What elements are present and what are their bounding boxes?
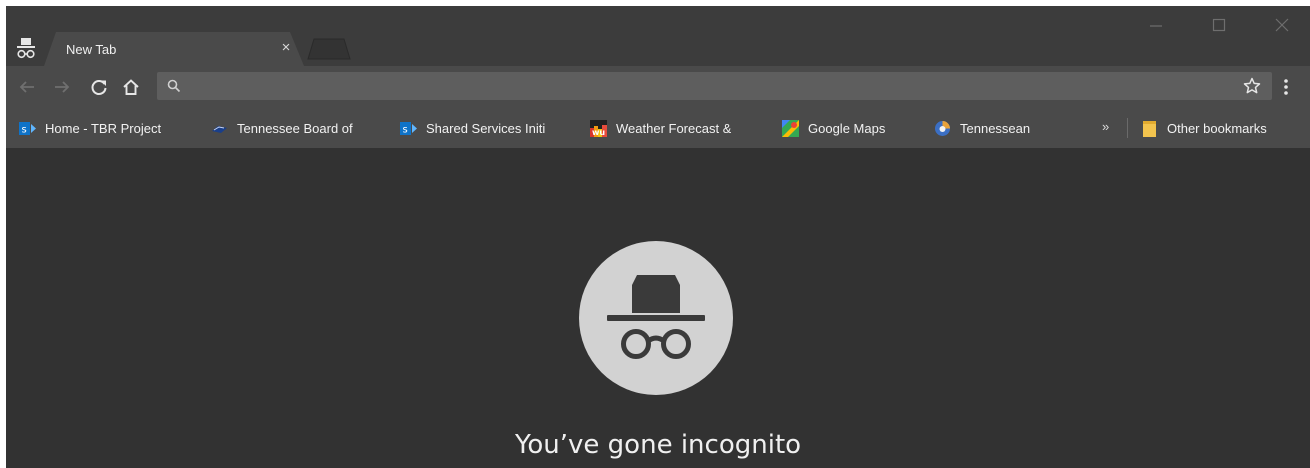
close-icon[interactable]	[1264, 12, 1300, 38]
address-bar[interactable]	[157, 72, 1272, 100]
tab-title: New Tab	[66, 42, 117, 57]
forward-arrow-icon[interactable]	[51, 76, 73, 98]
svg-text:wu: wu	[592, 128, 605, 137]
svg-text:s: s	[403, 124, 408, 135]
incognito-icon	[16, 36, 36, 60]
bookmark-home-tbr-project[interactable]: s Home - TBR Project	[19, 118, 201, 138]
folder-icon	[1141, 120, 1158, 137]
search-icon	[166, 78, 182, 94]
minimize-icon[interactable]	[1138, 12, 1174, 38]
home-icon[interactable]	[120, 76, 142, 98]
incognito-page: You’ve gone incognito	[6, 148, 1310, 468]
bookmark-label: Tennessean	[960, 120, 1031, 136]
bookmark-star-icon[interactable]	[1242, 76, 1262, 96]
other-bookmarks-folder[interactable]: Other bookmarks	[1141, 118, 1310, 138]
sharepoint-favicon: s	[19, 120, 36, 137]
sharepoint-favicon: s	[400, 120, 417, 137]
incognito-spy-icon	[579, 241, 733, 395]
bookmark-label: Weather Forecast &	[616, 120, 732, 136]
maximize-icon[interactable]	[1201, 12, 1237, 38]
google-maps-favicon	[782, 119, 799, 137]
bookmark-weather-forecast[interactable]: wu Weather Forecast &	[590, 118, 775, 138]
bookmarks-bar: s Home - TBR Project Tennessee Board of …	[6, 106, 1310, 148]
tab-strip: New Tab ×	[6, 6, 1310, 66]
bookmark-label: Google Maps	[808, 120, 886, 136]
address-input[interactable]	[189, 72, 1229, 100]
browser-window: New Tab × s Home - TBR Project Tennessee…	[6, 6, 1310, 468]
page-heading: You’ve gone incognito	[514, 430, 802, 460]
bookmark-tennessean[interactable]: Tennessean	[934, 118, 1054, 138]
tennessean-favicon	[934, 120, 951, 137]
wunderground-favicon: wu	[590, 119, 607, 137]
back-arrow-icon[interactable]	[16, 76, 38, 98]
tab-new-tab[interactable]: New Tab ×	[44, 31, 304, 66]
bookmarks-divider	[1127, 118, 1128, 138]
bookmark-label: Shared Services Initi	[426, 120, 546, 136]
toolbar	[6, 66, 1310, 106]
bookmarks-overflow-button[interactable]: »	[1102, 119, 1109, 134]
bookmark-tennessee-board[interactable]: Tennessee Board of	[211, 118, 389, 138]
tab-close-icon[interactable]: ×	[278, 40, 294, 56]
bookmark-label: Home - TBR Project	[45, 120, 162, 136]
bookmark-label: Tennessee Board of	[237, 120, 353, 136]
svg-text:s: s	[22, 124, 27, 135]
menu-icon[interactable]	[1276, 76, 1296, 98]
bookmark-shared-services[interactable]: s Shared Services Initi	[400, 118, 585, 138]
tbr-favicon	[211, 120, 228, 137]
reload-icon[interactable]	[88, 76, 110, 98]
bookmark-google-maps[interactable]: Google Maps	[782, 118, 917, 138]
new-tab-button[interactable]	[304, 38, 352, 60]
bookmark-label: Other bookmarks	[1167, 120, 1267, 136]
